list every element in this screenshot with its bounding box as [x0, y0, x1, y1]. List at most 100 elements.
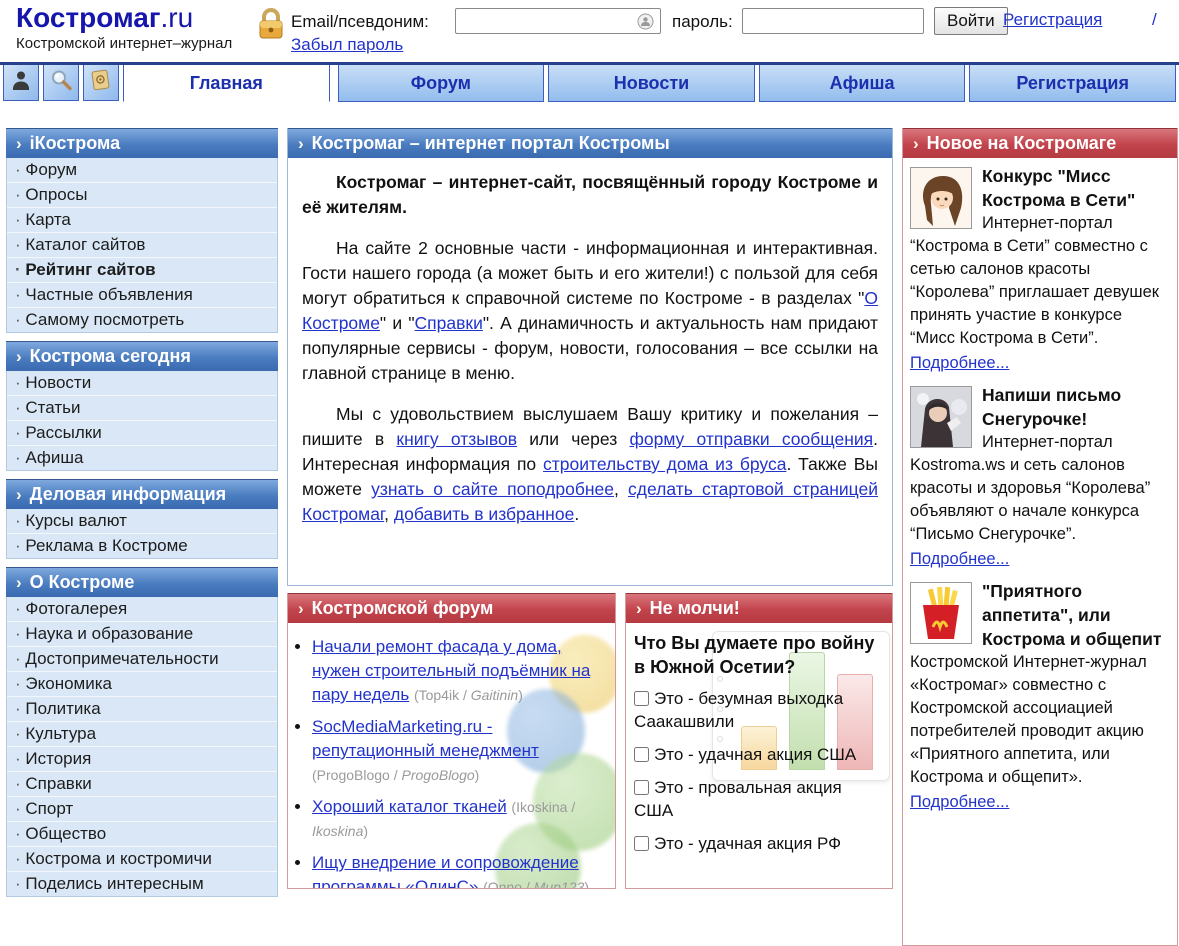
- forum-topic-link[interactable]: SocMediaMarketing.ru - репутационный мен…: [312, 717, 539, 760]
- poll-option-checkbox[interactable]: [634, 780, 649, 795]
- sidebar-item-obyavleniya[interactable]: Частные объявления: [7, 283, 277, 308]
- section-arrow-icon: ›: [16, 135, 22, 152]
- news-more-link[interactable]: Подробнее...: [910, 548, 1009, 571]
- autofill-user-icon[interactable]: [637, 13, 654, 30]
- snegurochka-thumbnail[interactable]: [910, 386, 972, 448]
- news-more-link[interactable]: Подробнее...: [910, 791, 1009, 814]
- text: ): [584, 879, 589, 889]
- section-arrow-icon: ›: [636, 600, 642, 617]
- section-arrow-icon: ›: [16, 486, 22, 503]
- search-tab[interactable]: [43, 65, 79, 101]
- poll-title: Не молчи!: [650, 598, 740, 619]
- password-input[interactable]: [742, 8, 924, 34]
- news-more-link[interactable]: Подробнее...: [910, 352, 1009, 375]
- sidebar-item-politika[interactable]: Политика: [7, 697, 277, 722]
- poll-option-label: Это - удачная акция США: [654, 745, 856, 764]
- forum-last-poster: ProgoBlogo: [402, 767, 475, 783]
- main-column: › Костромаг – интернет портал Костромы К…: [287, 128, 893, 946]
- sidebar-item-karta[interactable]: Карта: [7, 208, 277, 233]
- forum-last-poster: Мир123: [534, 879, 585, 889]
- sidebar-item-kursy[interactable]: Курсы валют: [7, 509, 277, 534]
- logo-title: Костромаг: [16, 2, 161, 33]
- poll-option-label: Это - безумная выходка Саакашвили: [634, 689, 843, 731]
- poll-box: › Не молчи! Что Вы думаете про войну в Ю…: [625, 593, 893, 889]
- sidebar-item-podelis[interactable]: Поделись интересным: [7, 872, 277, 896]
- tab-registratsiya[interactable]: Регистрация: [969, 65, 1176, 102]
- house-building-link[interactable]: строительству дома из бруса: [543, 454, 786, 474]
- guestbook-link[interactable]: книгу отзывов: [396, 429, 517, 449]
- message-form-link[interactable]: форму отправки сообщения: [629, 429, 873, 449]
- news-title: Новое на Костромаге: [927, 133, 1117, 154]
- sidebar-item-afisha[interactable]: Афиша: [7, 446, 277, 470]
- login-button[interactable]: Войти: [934, 7, 1008, 35]
- sidebar-item-obschestvo[interactable]: Общество: [7, 822, 277, 847]
- contacts-tab[interactable]: [83, 65, 119, 101]
- left-sidebar: › iКострома Форум Опросы Карта Каталог с…: [6, 128, 278, 946]
- sidebar-item-istoriya[interactable]: История: [7, 747, 277, 772]
- section-header: › iКострома: [6, 128, 278, 158]
- poll-option-label: Это - провальная акция США: [634, 778, 842, 820]
- sidebar-item-kostromichi[interactable]: Кострома и костромичи: [7, 847, 277, 872]
- poll-option-checkbox[interactable]: [634, 691, 649, 706]
- forum-topic: Хороший каталог тканей (Ikoskina / Ikosk…: [312, 795, 611, 843]
- sidebar-item-nauka[interactable]: Наука и образование: [7, 622, 277, 647]
- text: или через: [517, 429, 629, 449]
- section-arrow-icon: ›: [298, 135, 304, 152]
- text: ,: [384, 504, 394, 524]
- tab-afisha[interactable]: Афиша: [759, 65, 966, 102]
- article-paragraph-2: На сайте 2 основные части - информационн…: [302, 236, 878, 386]
- news-item-body: Интернет-портал “Кострома в Сети” совмес…: [910, 214, 1159, 347]
- user-profile-tab[interactable]: [3, 65, 39, 101]
- forum-topic-link[interactable]: Хороший каталог тканей: [312, 797, 507, 816]
- sidebar-item-spravki[interactable]: Справки: [7, 772, 277, 797]
- sidebar-section-delovaya: › Деловая информация Курсы валют Реклама…: [6, 479, 278, 559]
- section-header: › Деловая информация: [6, 479, 278, 509]
- register-link[interactable]: Регистрация: [1003, 10, 1102, 30]
- sidebar-item-oprosy[interactable]: Опросы: [7, 183, 277, 208]
- sidebar-item-novosti[interactable]: Новости: [7, 371, 277, 396]
- miss-kostroma-thumbnail[interactable]: [910, 167, 972, 229]
- article-paragraph-3: Мы с удовольствием выслушаем Вашу критик…: [302, 402, 878, 527]
- poll-option: Это - провальная акция США: [634, 776, 884, 822]
- sidebar-item-ekonomika[interactable]: Экономика: [7, 672, 277, 697]
- tab-novosti[interactable]: Новости: [548, 65, 755, 102]
- forgot-password-link[interactable]: Забыл пароль: [291, 35, 403, 55]
- sidebar-item-forum[interactable]: Форум: [7, 158, 277, 183]
- register-separator: /: [1152, 10, 1157, 30]
- section-title: iКострома: [30, 133, 120, 154]
- sidebar-item-reklama[interactable]: Реклама в Костроме: [7, 534, 277, 558]
- article-header: › Костромаг – интернет портал Костромы: [288, 128, 892, 158]
- sidebar-item-kultura[interactable]: Культура: [7, 722, 277, 747]
- section-arrow-icon: ›: [16, 348, 22, 365]
- spravki-link[interactable]: Справки: [415, 313, 483, 333]
- poll-option-checkbox[interactable]: [634, 836, 649, 851]
- sidebar-section-ikostroma: › iКострома Форум Опросы Карта Каталог с…: [6, 128, 278, 333]
- news-item: Конкурс "Мисс Кострома в Сети" Интернет-…: [903, 158, 1177, 377]
- logo-suffix: .ru: [161, 2, 194, 33]
- tab-forum[interactable]: Форум: [338, 65, 545, 102]
- logo-subtitle: Костромской интернет–журнал: [16, 35, 232, 52]
- sidebar-item-samomu[interactable]: Самому посмотреть: [7, 308, 277, 332]
- email-input[interactable]: [455, 8, 661, 34]
- forum-topic: SocMediaMarketing.ru - репутационный мен…: [312, 715, 611, 787]
- sidebar-item-katalog[interactable]: Каталог сайтов: [7, 233, 277, 258]
- fries-thumbnail[interactable]: [910, 582, 972, 644]
- person-icon: [9, 68, 33, 97]
- section-title: Деловая информация: [30, 484, 227, 505]
- tab-glavnaya[interactable]: Главная: [123, 65, 330, 102]
- page-content: › iКострома Форум Опросы Карта Каталог с…: [0, 102, 1179, 946]
- text: На сайте 2 основные части - информационн…: [302, 238, 878, 308]
- sidebar-item-reyting[interactable]: Рейтинг сайтов: [7, 258, 277, 283]
- poll-question: Что Вы думаете про войну в Южной Осетии?: [634, 631, 884, 679]
- text: ): [475, 767, 480, 783]
- poll-option-checkbox[interactable]: [634, 747, 649, 762]
- section-arrow-icon: ›: [16, 574, 22, 591]
- sidebar-item-sport[interactable]: Спорт: [7, 797, 277, 822]
- sidebar-item-rassylki[interactable]: Рассылки: [7, 421, 277, 446]
- sidebar-item-fotogalereya[interactable]: Фотогалерея: [7, 597, 277, 622]
- about-site-link[interactable]: узнать о сайте поподробнее: [371, 479, 614, 499]
- sidebar-item-dostoprim[interactable]: Достопримечательности: [7, 647, 277, 672]
- sidebar-item-statyi[interactable]: Статьи: [7, 396, 277, 421]
- site-logo[interactable]: Костромаг.ru Костромской интернет–журнал: [16, 2, 232, 52]
- add-favorites-link[interactable]: добавить в избранное: [394, 504, 574, 524]
